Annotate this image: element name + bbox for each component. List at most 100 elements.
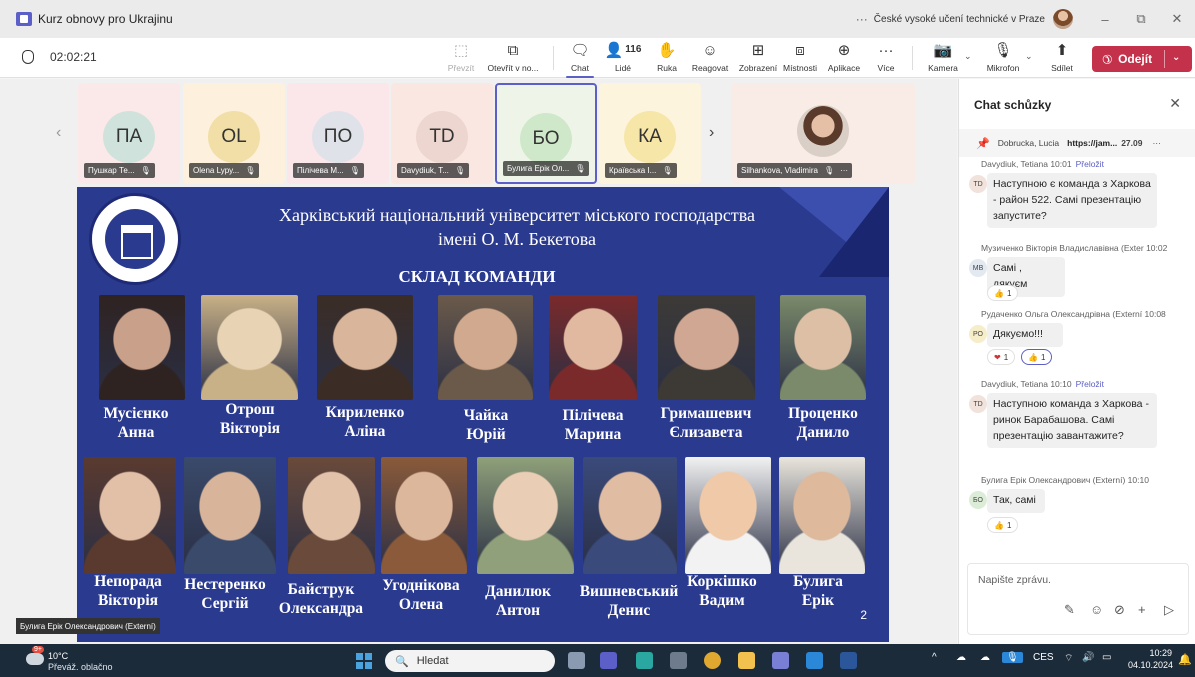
rooms-button[interactable]: ⧈ Místnosti xyxy=(781,40,819,76)
chat-button[interactable]: 🗨 Chat xyxy=(566,40,594,78)
reaction-heart[interactable]: ❤ 1 xyxy=(987,349,1016,365)
reaction-like[interactable]: 👍 1 xyxy=(1021,349,1053,365)
participant-tile[interactable]: КА Краївська І... 🎙 xyxy=(599,83,701,184)
message-avatar: МВ xyxy=(969,259,987,277)
participant-avatar: ПО xyxy=(312,111,364,163)
prev-participants-arrow-icon[interactable]: ‹ xyxy=(56,124,61,142)
chat-message[interactable]: Музиченко Вікторія Владиславівна (Exter … xyxy=(969,243,1194,301)
chat-message[interactable]: Булига Ерік Олександрович (Externí) 10:1… xyxy=(969,475,1194,533)
pinned-message[interactable]: 📌 Dobrucka, Lucia https://jam... 27.09 ·… xyxy=(959,129,1195,157)
participant-tile[interactable]: OL Olena Lypy... 🎙 xyxy=(183,83,285,184)
participant-more-icon[interactable]: ··· xyxy=(840,166,848,175)
next-participants-arrow-icon[interactable]: › xyxy=(709,124,714,142)
leave-button[interactable]: ✆ Odejít ⌄ xyxy=(1092,46,1192,72)
send-icon[interactable]: ▷ xyxy=(1164,602,1174,618)
message-time: 10:08 xyxy=(1144,309,1166,319)
taskbar-search[interactable]: 🔍 Hledat xyxy=(385,650,555,672)
cloud-tray-icon[interactable]: ☁ xyxy=(956,652,966,663)
heart-icon: ❤ xyxy=(994,352,1001,362)
notification-bell-icon[interactable]: 🔔 xyxy=(1178,653,1192,666)
message-text: Так, самі xyxy=(987,489,1045,513)
volume-icon[interactable]: 🔊 xyxy=(1082,652,1094,663)
raise-hand-button[interactable]: ✋ Ruka xyxy=(654,40,680,76)
team-member-surname: Данилюк xyxy=(485,583,551,600)
outlook-icon[interactable] xyxy=(806,652,823,669)
slide-decoration xyxy=(819,187,889,277)
start-button[interactable] xyxy=(356,653,372,669)
user-avatar[interactable] xyxy=(1053,9,1073,29)
team-member-firstname: Данило xyxy=(796,423,850,441)
format-icon[interactable]: ✎ xyxy=(1064,602,1075,618)
translate-link[interactable]: Přeložit xyxy=(1076,159,1104,169)
apps-button[interactable]: ⊕ Aplikace xyxy=(826,40,862,76)
more-icon: ··· xyxy=(878,41,894,59)
teams-logo-icon xyxy=(16,12,32,26)
close-chat-icon[interactable]: ✕ xyxy=(1169,95,1181,112)
organization-name[interactable]: České vysoké učení technické v Praze xyxy=(874,14,1045,25)
mic-tray-icon[interactable]: 🎙 xyxy=(1002,652,1023,663)
camera-button[interactable]: 📷 Kamera xyxy=(926,40,960,76)
title-more-icon[interactable]: ··· xyxy=(856,12,868,26)
pinned-link[interactable]: https://jam... xyxy=(1067,138,1117,148)
view-label: Zobrazení xyxy=(738,63,778,73)
leave-options-chevron-icon[interactable]: ⌄ xyxy=(1172,52,1180,63)
timer-text: 02:02:21 xyxy=(50,50,97,64)
share-button[interactable]: ⬆ Sdílet xyxy=(1047,40,1077,76)
participant-name-tag: Булига Ерік Ол... 🎙 xyxy=(503,161,590,176)
add-icon[interactable]: + xyxy=(1138,602,1146,617)
taskbar-clock[interactable]: 10:29 04.10.2024 xyxy=(1128,648,1173,671)
tray-chevron-icon[interactable]: ^ xyxy=(932,652,937,663)
pinned-more-icon[interactable]: ··· xyxy=(1152,138,1161,148)
calculator-icon[interactable] xyxy=(670,652,687,669)
chat-message[interactable]: Рудаченко Ольга Олександрівна (Externí 1… xyxy=(969,309,1194,365)
teams-taskbar-icon[interactable] xyxy=(600,652,617,669)
people-button[interactable]: 👤 116 Lidé xyxy=(605,40,642,76)
react-button[interactable]: ☺ Reagovat xyxy=(692,40,728,76)
mic-options-chevron-icon[interactable]: ⌄ xyxy=(1025,51,1033,62)
language-indicator[interactable]: CES xyxy=(1033,652,1054,663)
participant-tile[interactable]: TD Davydiuk, T... 🎙 xyxy=(391,83,493,184)
loop-icon[interactable]: ⊘ xyxy=(1114,602,1125,618)
onedrive-icon[interactable]: ☁ xyxy=(980,652,990,663)
team-member-name: Мусієнко Анна xyxy=(77,405,196,442)
search-label: Hledat xyxy=(416,655,449,667)
word-icon[interactable] xyxy=(840,652,857,669)
restore-button[interactable]: ⧉ xyxy=(1123,11,1159,27)
camera-options-chevron-icon[interactable]: ⌄ xyxy=(964,51,972,62)
shield-icon xyxy=(22,50,34,64)
take-control-button[interactable]: ⬚ Převzít xyxy=(446,40,476,76)
message-meta: Булига Ерік Олександрович (Externí) 10:1… xyxy=(981,475,1194,485)
file-explorer-icon[interactable] xyxy=(738,652,755,669)
translate-link[interactable]: Přeložit xyxy=(1076,379,1104,389)
message-avatar: TD xyxy=(969,175,987,193)
view-button[interactable]: ⊞ Zobrazení xyxy=(736,40,780,76)
more-button[interactable]: ··· Více xyxy=(874,40,898,76)
leave-divider xyxy=(1164,50,1165,68)
team-member-surname: Мусієнко xyxy=(103,405,169,422)
reaction-like[interactable]: 👍 1 xyxy=(987,517,1019,533)
wifi-icon[interactable]: ⌔ xyxy=(1064,652,1073,665)
calendar-app-icon[interactable] xyxy=(636,652,653,669)
team-member-surname: Булига xyxy=(793,573,843,590)
mic-button[interactable]: 🎙 Mikrofon xyxy=(984,40,1022,76)
chrome-icon[interactable] xyxy=(704,652,721,669)
team-member-surname: Чайка xyxy=(463,407,509,424)
participant-tile[interactable]: БО Булига Ерік Ол... 🎙 xyxy=(495,83,597,184)
participant-tile[interactable]: ПО Пілічева М... 🎙 xyxy=(287,83,389,184)
participant-tile[interactable]: ПА Пушкар Те... 🎙 xyxy=(78,83,180,184)
chat-message[interactable]: Davydiuk, Tetiana 10:10 Přeložit TD Наступн… xyxy=(969,379,1194,449)
meeting-timer: 02:02:21 xyxy=(22,50,97,64)
take-control-label: Převzít xyxy=(447,63,475,73)
emoji-icon[interactable]: ☺ xyxy=(1090,602,1103,617)
task-view-icon[interactable] xyxy=(568,652,585,669)
close-window-button[interactable]: ✕ xyxy=(1159,11,1195,27)
reaction-like[interactable]: 👍 1 xyxy=(987,285,1019,301)
open-new-window-button[interactable]: ⧉ Otevřít v no... xyxy=(485,40,541,76)
chat-message[interactable]: Davydiuk, Tetiana 10:01 Přeložit TD Наступн… xyxy=(969,159,1194,229)
minimize-button[interactable]: – xyxy=(1087,12,1123,27)
teams-app-icon[interactable] xyxy=(772,652,789,669)
battery-icon[interactable]: ▭ xyxy=(1102,652,1111,663)
team-member-name: Кириленко Аліна xyxy=(305,404,425,441)
participant-tile-pinned[interactable]: Silhankova, Vladimira 🎙 ··· xyxy=(731,83,915,184)
compose-box[interactable]: Napište zprávu. ✎ ☺ ⊘ + ▷ xyxy=(967,563,1189,635)
